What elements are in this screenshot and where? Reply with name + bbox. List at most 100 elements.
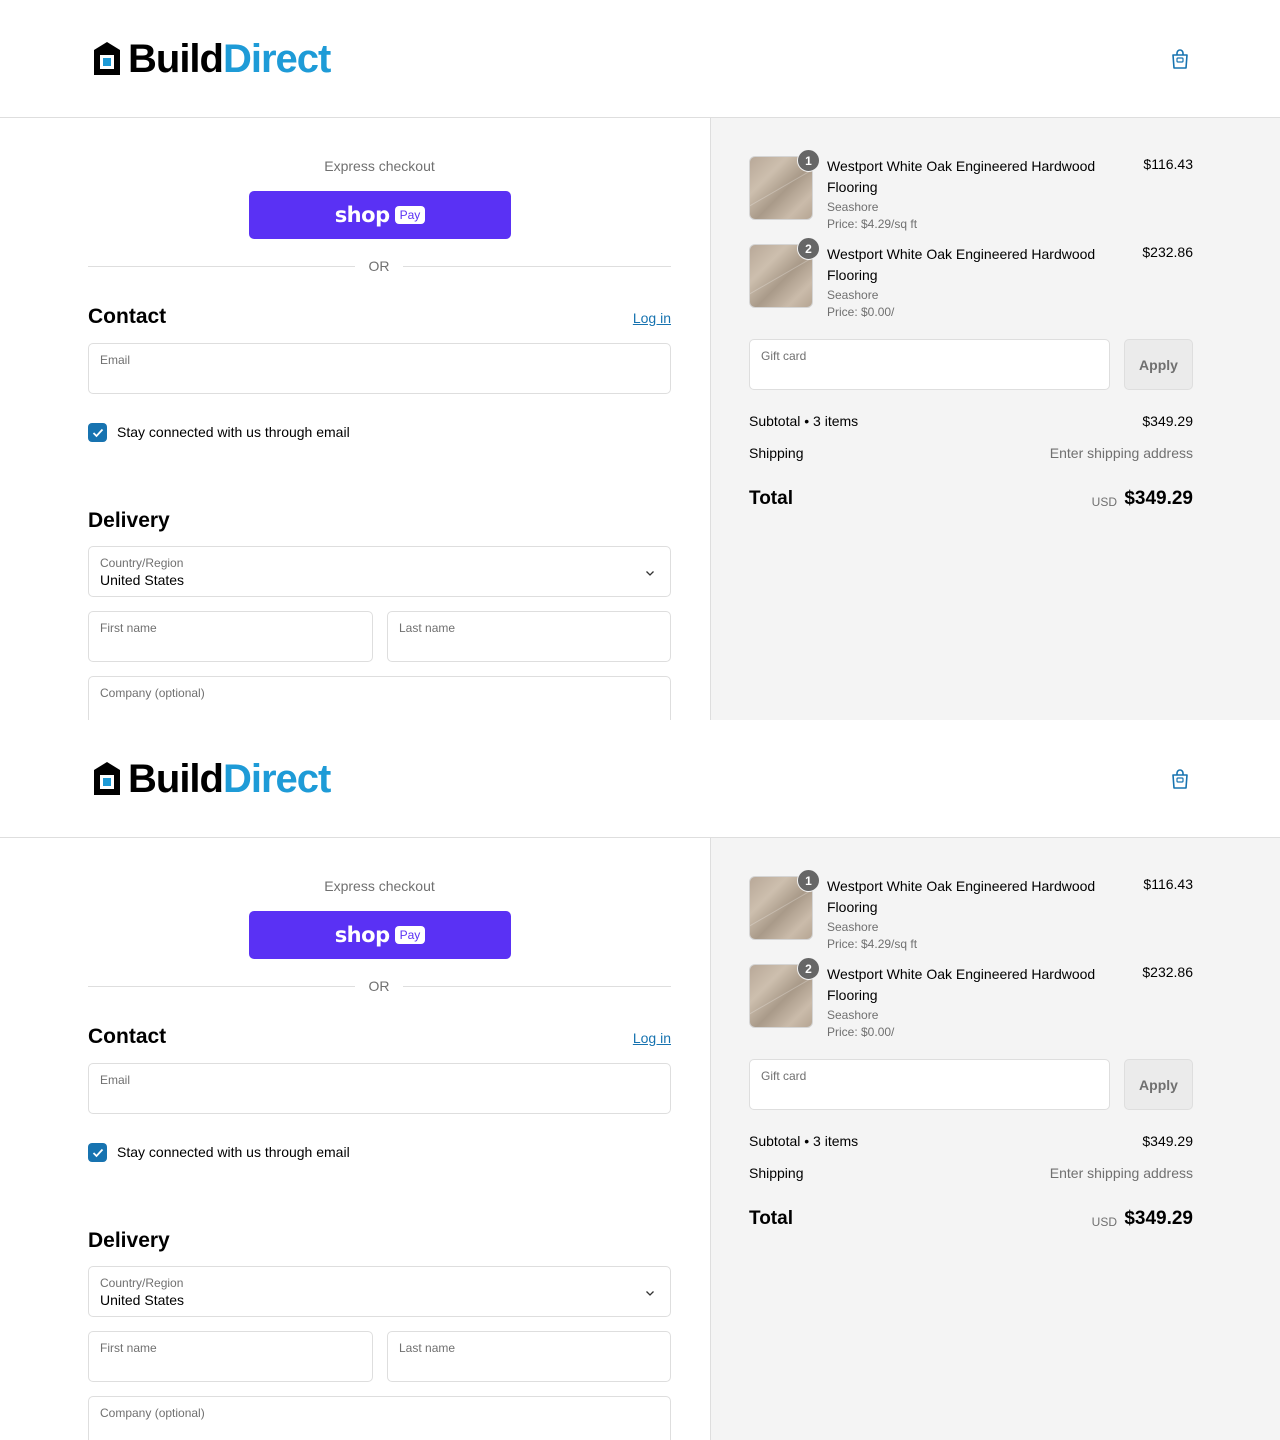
first-name-label: First name [100, 621, 157, 635]
site-header: BuildDirect [0, 720, 1280, 838]
checkout-main: Express checkout shop Pay OR Contact Log… [0, 118, 710, 720]
checkout-frame-top: BuildDirect Express checkout shop Pay OR… [0, 0, 1280, 720]
newsletter-checkbox[interactable] [88, 423, 107, 442]
newsletter-label: Stay connected with us through email [117, 1144, 350, 1160]
line-item: 2 Westport White Oak Engineered Hardwood… [749, 957, 1193, 1044]
apply-button[interactable]: Apply [1124, 1059, 1193, 1110]
log-in-link[interactable]: Log in [600, 1030, 671, 1046]
builddirect-logo[interactable]: BuildDirect [92, 37, 331, 81]
apply-button[interactable]: Apply [1124, 339, 1193, 390]
product-price: $232.86 [1142, 964, 1193, 980]
currency-code: USD [1091, 495, 1117, 509]
company-field[interactable]: Company (optional) [88, 676, 671, 720]
shopping-bag-icon[interactable] [1170, 768, 1190, 790]
contact-heading: Contact [88, 1025, 167, 1048]
shop-pay-wordmark: shop [334, 203, 390, 227]
product-unit-price: Price: $4.29/sq ft [827, 217, 918, 231]
company-label: Company (optional) [100, 686, 205, 700]
last-name-field[interactable]: Last name [387, 1331, 671, 1382]
subtotal-value: $349.29 [1142, 1133, 1193, 1149]
gift-card-field[interactable]: Gift card [749, 1059, 1110, 1110]
quantity-badge: 1 [797, 869, 820, 892]
divider-right [403, 266, 671, 267]
shop-pay-button[interactable]: shop Pay [249, 911, 511, 959]
country-label: Country/Region [100, 1276, 184, 1290]
country-label: Country/Region [100, 556, 184, 570]
line-item: 2 Westport White Oak Engineered Hardwood… [749, 237, 1193, 324]
last-name-field[interactable]: Last name [387, 611, 671, 662]
last-name-label: Last name [399, 621, 456, 635]
shipping-value: Enter shipping address [1049, 445, 1193, 461]
company-label: Company (optional) [100, 1406, 205, 1420]
email-label: Email [100, 1073, 131, 1087]
email-label: Email [100, 353, 131, 367]
checkmark-icon [92, 428, 103, 437]
logo-wordmark: BuildDirect [128, 37, 331, 81]
subtotal-value: $349.29 [1142, 413, 1193, 429]
first-name-label: First name [100, 1341, 157, 1355]
product-title: Westport White Oak Engineered Hardwood F… [827, 158, 1096, 195]
total-value: $349.29 [1124, 488, 1193, 509]
quantity-badge: 2 [797, 237, 820, 260]
logo-direct-text: Direct [222, 757, 331, 801]
first-name-field[interactable]: First name [88, 611, 373, 662]
order-summary: 1 Westport White Oak Engineered Hardwood… [710, 838, 1280, 1440]
gift-card-field[interactable]: Gift card [749, 339, 1110, 390]
company-field[interactable]: Company (optional) [88, 1396, 671, 1440]
order-summary: 1 Westport White Oak Engineered Hardwood… [710, 118, 1280, 720]
checkout-frame-bottom: BuildDirect Express checkout shop Pay OR… [0, 720, 1280, 1440]
builddirect-logo[interactable]: BuildDirect [92, 757, 331, 801]
product-variant: Seashore [827, 920, 879, 934]
country-select[interactable]: Country/Region United States [88, 546, 671, 597]
product-price: $116.43 [1143, 156, 1193, 172]
product-variant: Seashore [827, 288, 879, 302]
divider-left [88, 266, 355, 267]
or-divider-label: OR [368, 258, 390, 274]
log-in-link[interactable]: Log in [600, 310, 671, 326]
currency-code: USD [1091, 1215, 1117, 1229]
last-name-label: Last name [399, 1341, 456, 1355]
line-item: 1 Westport White Oak Engineered Hardwood… [749, 869, 1193, 956]
quantity-badge: 2 [797, 957, 820, 980]
total-label: Total [749, 488, 793, 509]
logo-direct-text: Direct [222, 37, 331, 81]
shop-pay-button[interactable]: shop Pay [249, 191, 511, 239]
chevron-down-icon [646, 1291, 654, 1296]
shopping-bag-icon[interactable] [1170, 48, 1190, 70]
subtotal-label: Subtotal • 3 items [749, 1133, 859, 1149]
subtotal-label: Subtotal • 3 items [749, 413, 859, 429]
total-value: $349.29 [1124, 1208, 1193, 1229]
shipping-label: Shipping [749, 1165, 804, 1181]
product-title: Westport White Oak Engineered Hardwood F… [827, 246, 1096, 283]
product-variant: Seashore [827, 200, 879, 214]
first-name-field[interactable]: First name [88, 1331, 373, 1382]
gift-card-label: Gift card [761, 349, 807, 363]
product-title: Westport White Oak Engineered Hardwood F… [827, 878, 1096, 915]
shop-pay-wordmark: shop [334, 923, 390, 947]
product-unit-price: Price: $0.00/ [827, 1025, 895, 1039]
express-checkout-label: Express checkout [324, 158, 435, 174]
product-unit-price: Price: $0.00/ [827, 305, 895, 319]
checkout-main: Express checkout shop Pay OR Contact Log… [0, 838, 710, 1440]
country-value: United States [100, 572, 185, 588]
country-value: United States [100, 1292, 185, 1308]
house-logo-icon [94, 762, 120, 795]
country-select[interactable]: Country/Region United States [88, 1266, 671, 1317]
checkout-page: BuildDirect Express checkout shop Pay OR… [0, 0, 1280, 720]
shipping-label: Shipping [749, 445, 804, 461]
product-title: Westport White Oak Engineered Hardwood F… [827, 966, 1096, 1003]
divider-right [403, 986, 671, 987]
express-checkout-label: Express checkout [324, 878, 435, 894]
shop-pay-pill: Pay [394, 206, 426, 224]
site-header: BuildDirect [0, 0, 1280, 118]
product-price: $116.43 [1143, 876, 1193, 892]
logo-build-text: Build [128, 37, 224, 81]
logo-wordmark: BuildDirect [128, 757, 331, 801]
email-field[interactable]: Email [88, 343, 671, 394]
quantity-badge: 1 [797, 149, 820, 172]
email-field[interactable]: Email [88, 1063, 671, 1114]
line-item: 1 Westport White Oak Engineered Hardwood… [749, 149, 1193, 236]
newsletter-checkbox[interactable] [88, 1143, 107, 1162]
product-unit-price: Price: $4.29/sq ft [827, 937, 918, 951]
house-logo-icon [94, 42, 120, 75]
